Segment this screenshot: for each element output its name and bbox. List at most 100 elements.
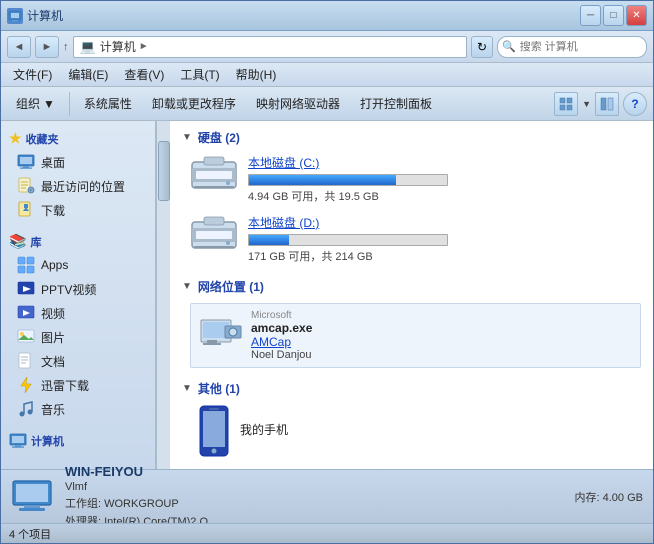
status-computer-icon [11,479,53,515]
apps-label: Apps [41,258,68,272]
drives-triangle: ▼ [182,132,192,143]
system-props-button[interactable]: 系统属性 [75,90,141,118]
sidebar-item-downloads[interactable]: 下载 [5,198,151,222]
download-icon [17,201,35,219]
main-area: ★ 收藏夹 桌面 [1,121,653,469]
drives-section-label: 硬盘 (2) [198,129,240,146]
address-path-text: 计算机 [100,38,136,55]
window-controls: ─ □ ✕ [580,5,647,26]
forward-button[interactable]: ► [35,36,59,58]
item-count-bar: 4 个项目 [1,523,653,543]
drive-d-name[interactable]: 本地磁盘 (D:) [248,214,641,231]
sidebar-item-music[interactable]: 音乐 [5,397,151,421]
menu-help[interactable]: 帮助(H) [228,64,285,85]
network-exe-name: amcap.exe [251,321,312,335]
uninstall-button[interactable]: 卸载或更改程序 [143,90,245,118]
documents-label: 文档 [41,353,65,370]
menu-view[interactable]: 查看(V) [116,64,172,85]
view-arrow[interactable]: ▼ [582,99,591,109]
network-amcap-icon [199,318,243,354]
status-right: 内存: 4.00 GB [575,489,643,505]
drive-d-details: 本地磁盘 (D:) 171 GB 可用，共 214 GB [248,214,641,264]
network-amcap-details: Microsoft amcap.exe AMCap Noel Danjou [251,310,312,361]
status-computer-name: WIN-FEIYOU [65,464,563,479]
title-bar-left: 计算机 [7,7,580,24]
window-title: 计算机 [27,7,63,24]
map-drive-button[interactable]: 映射网络驱动器 [247,90,349,118]
address-bar: ◄ ► ↑ 💻 计算机 ► ↻ 🔍 [1,31,653,63]
menu-file[interactable]: 文件(F) [5,64,60,85]
favorites-label: 收藏夹 [26,131,59,147]
minimize-button[interactable]: ─ [580,5,601,26]
maximize-button[interactable]: □ [603,5,624,26]
network-app-name[interactable]: AMCap [251,335,312,349]
up-button[interactable]: ↑ [63,41,69,53]
sidebar-computer-heading: 计算机 [1,429,155,453]
pptv-icon [17,280,35,298]
phone-item[interactable]: 我的手机 [190,405,641,453]
drive-c-bar [249,175,396,185]
content-pane: ▼ 硬盘 (2) [170,121,653,469]
organize-label: 组织 [16,95,40,112]
organize-button[interactable]: 组织 ▼ [7,90,64,118]
address-path: 计算机 ► [100,38,149,55]
address-arrow: ► [139,41,149,52]
pptv-label: PPTV视频 [41,281,96,298]
open-control-panel-button[interactable]: 打开控制面板 [351,90,441,118]
sidebar-scrollbar[interactable] [156,121,170,469]
sidebar-item-apps[interactable]: Apps [5,253,151,277]
drives-section-header: ▼ 硬盘 (2) [182,129,641,146]
recent-icon [17,177,35,195]
organize-arrow: ▼ [43,97,55,111]
search-input[interactable] [520,41,642,53]
pictures-label: 图片 [41,329,65,346]
drive-d-bar-container [248,234,448,246]
back-button[interactable]: ◄ [7,36,31,58]
drive-c-bar-container [248,174,448,186]
sidebar: ★ 收藏夹 桌面 [1,121,156,469]
network-amcap-item[interactable]: Microsoft amcap.exe AMCap Noel Danjou [190,303,641,368]
sidebar-item-videos[interactable]: 视频 [5,301,151,325]
toolbar-separator [69,92,70,116]
address-box[interactable]: 💻 计算机 ► [73,36,468,58]
view-button[interactable] [554,92,578,116]
computer-label: 计算机 [31,433,64,449]
sidebar-item-desktop[interactable]: 桌面 [5,150,151,174]
item-count: 4 个项目 [9,526,51,542]
search-box[interactable]: 🔍 [497,36,647,58]
sidebar-item-recent[interactable]: 最近访问的位置 [5,174,151,198]
music-label: 音乐 [41,401,65,418]
drive-d-icon [190,214,238,254]
status-memory: 内存: 4.00 GB [575,489,643,505]
network-author: Noel Danjou [251,349,312,361]
refresh-button[interactable]: ↻ [471,36,493,58]
sidebar-item-thunder[interactable]: 迅雷下载 [5,373,151,397]
downloads-label: 下载 [41,202,65,219]
video-icon [17,304,35,322]
close-button[interactable]: ✕ [626,5,647,26]
drive-d-info: 171 GB 可用，共 214 GB [248,248,641,264]
status-info: WIN-FEIYOU Vlmf 工作组: WORKGROUP 处理器: Inte… [65,464,563,529]
scrollbar-thumb[interactable] [158,141,170,201]
sidebar-item-pictures[interactable]: 图片 [5,325,151,349]
search-icon: 🔍 [502,40,516,53]
phone-label: 我的手机 [240,421,288,438]
drive-c-name[interactable]: 本地磁盘 (C:) [248,154,641,171]
drive-d-item[interactable]: 本地磁盘 (D:) 171 GB 可用，共 214 GB [190,214,641,264]
pane-button[interactable] [595,92,619,116]
drive-c-item[interactable]: 本地磁盘 (C:) 4.94 GB 可用，共 19.5 GB [190,154,641,204]
help-button[interactable]: ? [623,92,647,116]
menu-bar: 文件(F) 编辑(E) 查看(V) 工具(T) 帮助(H) [1,63,653,87]
menu-tools[interactable]: 工具(T) [172,64,227,85]
computer-icon [9,432,27,450]
thunder-label: 迅雷下载 [41,377,89,394]
drives-grid: 本地磁盘 (C:) 4.94 GB 可用，共 19.5 GB [182,154,641,264]
sidebar-item-documents[interactable]: 文档 [5,349,151,373]
menu-edit[interactable]: 编辑(E) [60,64,116,85]
sidebar-item-pptv[interactable]: PPTV视频 [5,277,151,301]
toolbar: 组织 ▼ 系统属性 卸载或更改程序 映射网络驱动器 打开控制面板 ▼ [1,87,653,121]
document-icon [17,352,35,370]
sidebar-favorites: ★ 收藏夹 桌面 [1,127,155,222]
network-section-header: ▼ 网络位置 (1) [182,278,641,295]
library-icon: 📚 [9,233,26,250]
